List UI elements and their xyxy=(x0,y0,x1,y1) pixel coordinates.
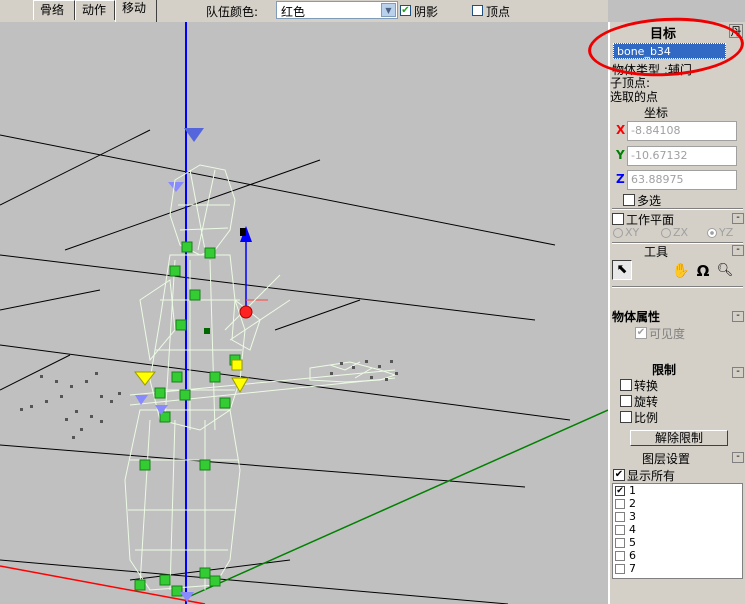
remove-limits-button[interactable]: 解除限制 xyxy=(630,430,728,446)
coord-title: 坐标 xyxy=(644,106,669,120)
target-title: 目标 xyxy=(650,27,677,42)
limit-scale-label: 比例 xyxy=(634,411,659,425)
radio-xy-label: XY xyxy=(625,226,640,239)
vertex-label: 顶点 xyxy=(486,5,511,19)
top-toolbar: 骨络 动作 移动 队伍颜色: 红色 ▼ ✔ 阴影 顶点 xyxy=(0,0,608,23)
layer-3-checkbox[interactable] xyxy=(615,512,625,522)
selected-points-label: 选取的点 xyxy=(610,90,659,104)
character-wireframe[interactable] xyxy=(124,164,397,591)
object-props-title: 物体属性 xyxy=(612,310,661,324)
layer-5-checkbox[interactable] xyxy=(615,538,625,548)
bone-nodes[interactable] xyxy=(134,241,241,597)
layer-7-label: 7 xyxy=(629,562,636,575)
multi-select-label: 多选 xyxy=(637,194,662,208)
layer-3-label: 3 xyxy=(629,510,636,523)
team-color-label: 队伍颜色: xyxy=(206,5,259,19)
collapse-work-plane-button[interactable]: - xyxy=(732,213,744,224)
properties-panel: 目标 丹 bone_b34 物体类型 :辅门 子顶点: 选取的点 坐标 X -8… xyxy=(586,13,745,604)
layer-6-label: 6 xyxy=(629,549,636,562)
y-axis-line xyxy=(185,409,608,599)
team-color-select[interactable]: 红色 ▼ xyxy=(276,1,398,19)
3d-viewport[interactable] xyxy=(0,22,608,604)
radio-yz-label: YZ xyxy=(719,226,734,239)
bow-dotted-end-left xyxy=(20,372,121,439)
visibility-checkbox[interactable]: ✔ xyxy=(635,327,647,339)
layer-4-label: 4 xyxy=(629,523,636,536)
layer-4-checkbox[interactable] xyxy=(615,525,625,535)
collapse-object-props-button[interactable]: - xyxy=(732,311,744,322)
multi-select-checkbox[interactable] xyxy=(623,194,635,206)
collapse-layers-button[interactable]: - xyxy=(732,452,744,463)
shadow-checkbox[interactable]: ✔ xyxy=(400,5,411,16)
small-black-node xyxy=(240,228,246,236)
rotate-view-icon[interactable]: Ω xyxy=(694,262,712,280)
z-axis-label: Z xyxy=(616,172,625,186)
layer-list[interactable]: ✔ 1 2 3 4 5 6 7 xyxy=(612,483,743,579)
z-coord-field[interactable]: 63.88975 xyxy=(627,170,737,190)
tools-title: 工具 xyxy=(644,245,669,259)
y-coord-field[interactable]: -10.67132 xyxy=(627,146,737,166)
target-close-button[interactable]: 丹 xyxy=(729,24,743,38)
limit-convert-label: 转换 xyxy=(634,379,659,393)
visibility-label: 可见度 xyxy=(649,327,686,341)
tab-move[interactable]: 移动 xyxy=(115,0,157,22)
layer-1-checkbox[interactable]: ✔ xyxy=(615,486,625,496)
scene-canvas[interactable] xyxy=(0,22,608,604)
divider xyxy=(612,208,743,210)
pan-hand-icon[interactable]: ✋ xyxy=(672,262,690,280)
limits-title: 限制 xyxy=(652,363,677,377)
limit-rotate-label: 旋转 xyxy=(634,395,659,409)
selected-bone-node[interactable] xyxy=(239,305,253,319)
vertex-checkbox[interactable] xyxy=(472,5,483,16)
collapse-tools-button[interactable]: - xyxy=(732,245,744,256)
collapse-limits-button[interactable]: - xyxy=(732,367,744,378)
target-bone-field[interactable]: bone_b34 xyxy=(613,43,726,59)
limit-scale-checkbox[interactable] xyxy=(620,411,632,423)
chevron-down-icon[interactable]: ▼ xyxy=(381,3,396,17)
team-color-value: 红色 xyxy=(281,5,306,19)
dark-bone-node[interactable] xyxy=(204,328,210,334)
limit-rotate-checkbox[interactable] xyxy=(620,395,632,407)
tab-animation[interactable]: 动作 xyxy=(75,0,115,20)
layer-settings-title: 图层设置 xyxy=(642,452,691,466)
show-all-checkbox[interactable]: ✔ xyxy=(613,469,625,481)
layer-6-checkbox[interactable] xyxy=(615,551,625,561)
layer-2-checkbox[interactable] xyxy=(615,499,625,509)
limit-convert-checkbox[interactable] xyxy=(620,379,632,391)
show-all-label: 显示所有 xyxy=(627,469,676,483)
work-plane-checkbox[interactable] xyxy=(612,213,624,225)
layer-5-label: 5 xyxy=(629,536,636,549)
divider xyxy=(612,286,743,288)
shadow-label: 阴影 xyxy=(414,5,439,19)
x-coord-field[interactable]: -8.84108 xyxy=(627,121,737,141)
bone-marker-icon xyxy=(168,182,184,192)
select-pointer-icon[interactable]: ⬉ xyxy=(612,260,632,280)
tab-skeleton[interactable]: 骨络 xyxy=(33,0,75,20)
x-axis-line xyxy=(0,565,206,604)
ground-grid xyxy=(0,129,571,604)
layer-7-checkbox[interactable] xyxy=(615,564,625,574)
radio-zx-label: ZX xyxy=(673,226,689,239)
y-axis-label: Y xyxy=(616,148,625,162)
radio-yz[interactable] xyxy=(707,228,717,238)
divider xyxy=(612,242,743,244)
layer-2-label: 2 xyxy=(629,497,636,510)
radio-xy[interactable] xyxy=(613,228,623,238)
x-axis-label: X xyxy=(616,123,626,137)
zoom-magnifier-icon[interactable]: 🔍︎ xyxy=(716,262,734,280)
radio-zx[interactable] xyxy=(661,228,671,238)
layer-1-label: 1 xyxy=(629,484,636,497)
